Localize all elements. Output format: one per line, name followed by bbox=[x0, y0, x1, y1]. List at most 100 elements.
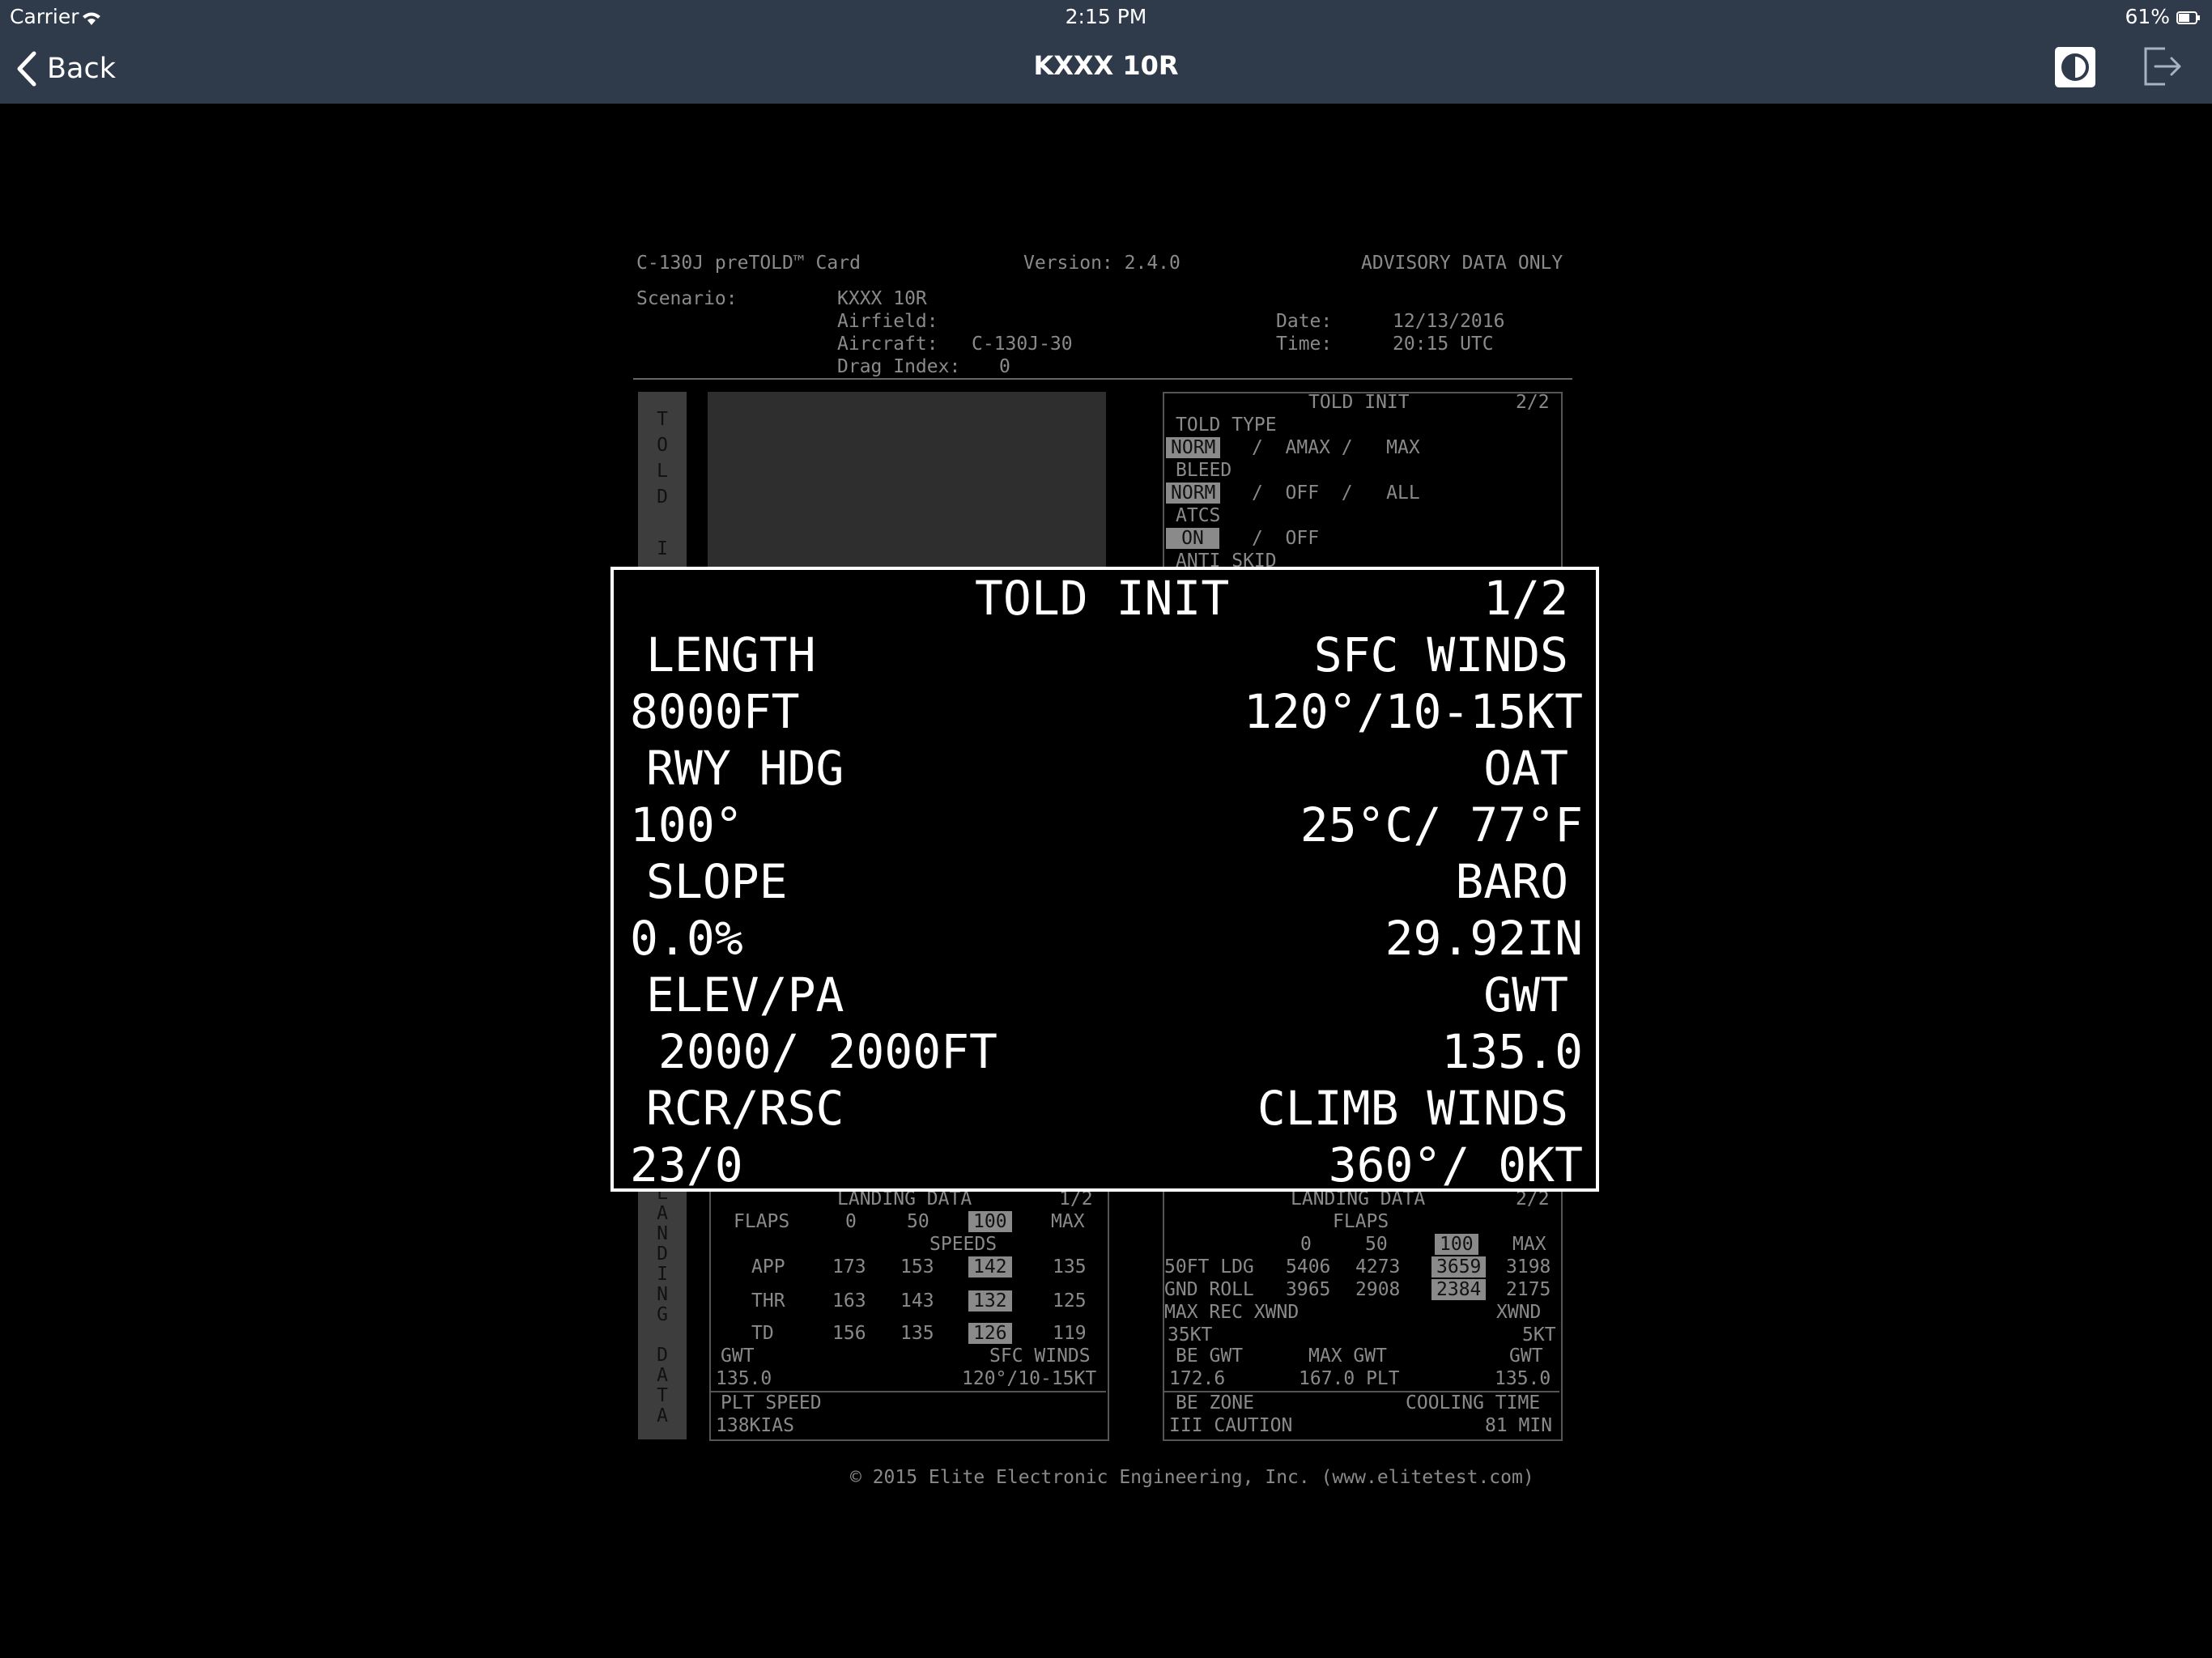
date-label: Date: bbox=[1276, 311, 1333, 332]
landing1-flap-50: 50 bbox=[907, 1211, 929, 1232]
told-type-label: TOLD TYPE bbox=[1176, 414, 1277, 436]
thr-label: THR bbox=[751, 1290, 785, 1312]
divider bbox=[633, 378, 1572, 380]
baro-value[interactable]: 29.92IN bbox=[1385, 910, 1583, 967]
told-type-options[interactable]: / AMAX / MAX bbox=[1252, 437, 1420, 458]
td-value: 119 bbox=[1053, 1323, 1087, 1344]
landing2-flap-50: 50 bbox=[1365, 1234, 1388, 1255]
landing1-gwt-label: GWT bbox=[721, 1346, 755, 1367]
landing-data-tab[interactable]: LANDINGDATA bbox=[638, 1184, 687, 1439]
gnd-roll-value: 2175 bbox=[1506, 1279, 1551, 1300]
be-gwt-value: 172.6 bbox=[1169, 1368, 1226, 1389]
bleed-options[interactable]: / OFF / ALL bbox=[1252, 483, 1420, 504]
strip-letters-top: TOLDIN bbox=[657, 409, 668, 585]
td-value-selected: 126 bbox=[968, 1323, 1012, 1344]
xwnd-value: 5KT bbox=[1522, 1324, 1556, 1346]
bleed-selected[interactable]: NORM bbox=[1166, 483, 1221, 504]
ldg-50ft-value: 5406 bbox=[1286, 1256, 1331, 1278]
plt-speed-label: PLT SPEED bbox=[721, 1392, 822, 1414]
thr-value: 143 bbox=[900, 1290, 934, 1312]
landing1-flap-100: 100 bbox=[968, 1211, 1012, 1232]
gwt-label: GWT bbox=[1483, 967, 1568, 1022]
ldg-50ft-label: 50FT LDG bbox=[1164, 1256, 1254, 1278]
elev-pa-value[interactable]: 2000/ 2000FT bbox=[630, 1023, 998, 1080]
landing1-gwt-value: 135.0 bbox=[716, 1368, 772, 1389]
thr-value: 163 bbox=[832, 1290, 866, 1312]
climb-winds-label: CLIMB WINDS bbox=[1257, 1081, 1568, 1136]
slope-label: SLOPE bbox=[646, 854, 788, 909]
gnd-roll-value-selected: 2384 bbox=[1431, 1279, 1487, 1300]
airfield-label: Airfield: bbox=[837, 311, 938, 332]
be-zone-label: BE ZONE bbox=[1176, 1392, 1254, 1414]
told-type-selected[interactable]: NORM bbox=[1166, 437, 1221, 458]
rwy-hdg-label: RWY HDG bbox=[646, 741, 844, 796]
gnd-roll-label: GND ROLL bbox=[1164, 1279, 1254, 1300]
landing1-sfc-winds-value: 120°/10-15KT bbox=[962, 1368, 1097, 1389]
be-zone-value: III CAUTION bbox=[1169, 1415, 1293, 1436]
aircraft-value: C-130J-30 bbox=[972, 334, 1073, 355]
rcr-rsc-value[interactable]: 23/0 bbox=[630, 1137, 743, 1193]
td-value: 135 bbox=[900, 1323, 934, 1344]
cooling-time-value: 81 MIN bbox=[1485, 1415, 1553, 1436]
landing1-sfc-winds-label: SFC WINDS bbox=[989, 1346, 1091, 1367]
cooling-time-label: COOLING TIME bbox=[1406, 1392, 1541, 1414]
gwt-value[interactable]: 135.0 bbox=[1441, 1023, 1583, 1080]
app-value: 153 bbox=[900, 1256, 934, 1278]
sfc-winds-value[interactable]: 120°/10-15KT bbox=[1244, 683, 1583, 740]
told-init-popup[interactable]: TOLD INIT 1/2 LENGTH SFC WINDS 8000FT 12… bbox=[610, 567, 1599, 1192]
atcs-options[interactable]: / OFF bbox=[1252, 528, 1319, 549]
display-panel bbox=[708, 392, 1106, 570]
slope-value[interactable]: 0.0% bbox=[630, 910, 743, 967]
card-advisory: ADVISORY DATA ONLY bbox=[1361, 253, 1563, 274]
rcr-rsc-label: RCR/RSC bbox=[646, 1081, 844, 1136]
gnd-roll-value: 3965 bbox=[1286, 1279, 1331, 1300]
landing2-flap-max: MAX bbox=[1512, 1234, 1546, 1255]
bleed-label: BLEED bbox=[1176, 460, 1232, 481]
app-value-selected: 142 bbox=[968, 1256, 1012, 1278]
be-gwt-label: BE GWT bbox=[1176, 1346, 1244, 1367]
elev-pa-label: ELEV/PA bbox=[646, 967, 844, 1022]
drag-index-value: 0 bbox=[999, 356, 1010, 377]
date-value: 12/13/2016 bbox=[1393, 311, 1505, 332]
aircraft-label: Aircraft: bbox=[837, 334, 938, 355]
speeds-label: SPEEDS bbox=[929, 1234, 998, 1255]
oat-value[interactable]: 25°C/ 77°F bbox=[1300, 797, 1583, 853]
length-value[interactable]: 8000FT bbox=[630, 683, 800, 740]
popup-title: TOLD INIT bbox=[975, 571, 1230, 626]
plt-speed-value: 138KIAS bbox=[716, 1415, 794, 1436]
landing2-flap-100: 100 bbox=[1435, 1234, 1478, 1255]
climb-winds-value[interactable]: 360°/ 0KT bbox=[1329, 1137, 1583, 1193]
atcs-label: ATCS bbox=[1176, 505, 1221, 526]
max-gwt-value: 167.0 PLT bbox=[1299, 1368, 1400, 1389]
time-value: 20:15 UTC bbox=[1393, 334, 1494, 355]
landing1-flaps-label: FLAPS bbox=[734, 1211, 790, 1232]
scenario-label: Scenario: bbox=[636, 288, 738, 309]
landing1-flap-0: 0 bbox=[845, 1211, 857, 1232]
app-value: 135 bbox=[1053, 1256, 1087, 1278]
atcs-selected[interactable]: ON bbox=[1166, 528, 1219, 549]
landing2-gwt-value: 135.0 bbox=[1495, 1368, 1551, 1389]
max-gwt-label: MAX GWT bbox=[1308, 1346, 1387, 1367]
card-header-title: C-130J preTOLD™ Card bbox=[636, 253, 861, 274]
init2-title: TOLD INIT bbox=[1308, 392, 1410, 413]
drag-index-label: Drag Index: bbox=[837, 356, 961, 377]
xwnd-label: XWND bbox=[1496, 1302, 1542, 1323]
card-version: Version: 2.4.0 bbox=[1023, 253, 1180, 274]
app-label: APP bbox=[751, 1256, 785, 1278]
thr-value-selected: 132 bbox=[968, 1290, 1012, 1312]
app-value: 173 bbox=[832, 1256, 866, 1278]
thr-value: 125 bbox=[1053, 1290, 1087, 1312]
popup-page: 1/2 bbox=[1483, 571, 1568, 626]
strip-letters-bottom: LANDINGDATA bbox=[657, 1183, 668, 1426]
time-label: Time: bbox=[1276, 334, 1333, 355]
max-rec-xwnd-value: 35KT bbox=[1168, 1324, 1213, 1346]
gnd-roll-value: 2908 bbox=[1355, 1279, 1401, 1300]
init2-page: 2/2 bbox=[1516, 392, 1550, 413]
landing2-gwt-label: GWT bbox=[1509, 1346, 1543, 1367]
landing2-flaps-label: FLAPS bbox=[1333, 1211, 1389, 1232]
copyright: © 2015 Elite Electronic Engineering, Inc… bbox=[850, 1467, 1534, 1488]
td-value: 156 bbox=[832, 1323, 866, 1344]
scenario-value: KXXX 10R bbox=[837, 288, 927, 309]
rwy-hdg-value[interactable]: 100° bbox=[630, 797, 743, 853]
landing2-flap-0: 0 bbox=[1300, 1234, 1312, 1255]
